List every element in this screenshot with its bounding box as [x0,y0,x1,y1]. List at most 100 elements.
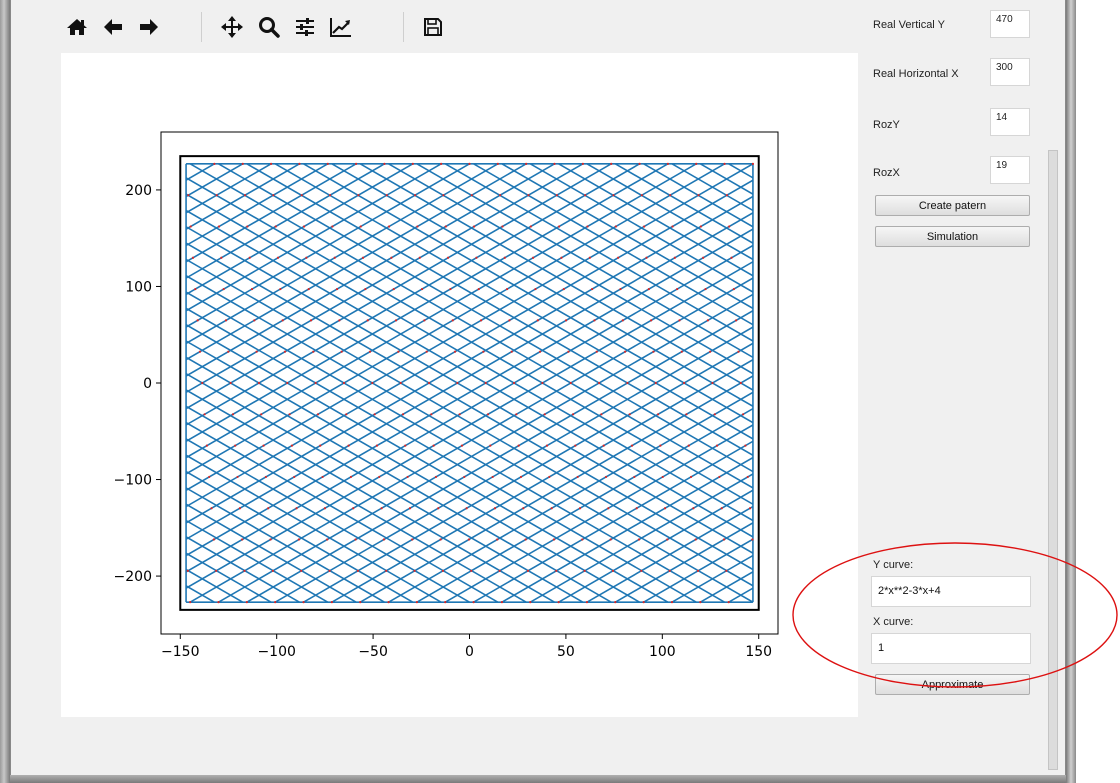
roz-y-input[interactable]: 14 [990,108,1030,136]
pattern-point [383,162,386,165]
x-tick-label: −100 [257,644,295,660]
pattern-point [524,538,527,541]
pattern-point [283,350,287,353]
x-tick-label: 0 [465,644,474,660]
pattern-point [695,162,698,165]
pattern-point [670,601,674,604]
pattern-point [718,475,721,479]
pattern-point [368,350,372,353]
pattern-point [392,287,395,291]
pattern-point [224,319,228,322]
pattern-point [330,601,333,604]
y-tick-label: −100 [114,473,152,489]
pattern-point [506,287,509,291]
pattern-point [406,475,409,479]
pattern-point [295,507,298,510]
configure-subplots-button[interactable] [288,10,322,44]
pattern-point [699,225,702,228]
pattern-point [215,194,218,197]
pattern-point [434,475,438,479]
x-curve-input[interactable]: 1 [871,633,1031,664]
x-tick-label: 100 [649,644,676,660]
pan-button[interactable] [215,10,249,44]
pattern-point [331,225,334,228]
pattern-point [441,569,445,572]
pattern-point [545,444,549,447]
pattern-point [720,507,723,510]
pattern-point [715,444,719,447]
pattern-point [388,225,391,228]
pattern-point [751,162,755,165]
pattern-chart[interactable]: −150 −100 −50 0 50 100 150 −200 −100 0 100 200 [61,53,858,717]
pattern-point [439,538,442,541]
roz-x-input[interactable]: 19 [990,156,1030,184]
pattern-point [666,162,670,165]
real-vertical-y-input[interactable]: 470 [990,10,1030,38]
pattern-point [725,569,728,572]
scrollbar-thumb[interactable] [1048,150,1058,770]
pattern-point [415,601,418,604]
pattern-point [727,601,730,604]
home-button[interactable] [60,10,94,44]
pattern-point [297,538,300,541]
pattern-point [416,225,419,228]
pattern-point [333,256,336,259]
pattern-point [328,569,331,572]
y-tick-label: −200 [114,569,152,585]
pattern-point [385,569,388,572]
pattern-point [482,350,485,353]
pattern-point [217,225,221,228]
pattern-point [491,475,494,479]
pattern-point [262,444,265,447]
pattern-point [744,444,747,447]
simulation-button[interactable]: Simulation [875,226,1030,247]
approximate-button[interactable]: Approximate [875,674,1030,695]
plot-canvas[interactable]: −150 −100 −50 0 50 100 150 −200 −100 0 100 200 [61,53,858,717]
pattern-point [208,475,211,479]
pattern-line [814,164,858,602]
pattern-point [373,413,376,416]
pattern-point [366,319,369,322]
pattern-point [595,350,598,353]
pattern-point [470,569,473,572]
pattern-point [501,225,504,228]
pattern-line [785,164,858,602]
roz-x-label: RozX [873,167,900,179]
pattern-point [493,507,497,510]
pattern-point [425,350,428,353]
pattern-point [600,413,603,416]
forward-button[interactable] [132,10,166,44]
pattern-point [210,507,213,510]
pattern-line [842,164,858,602]
pattern-point [286,381,289,385]
real-horizontal-x-input[interactable]: 300 [990,58,1030,86]
pattern-point [472,601,475,604]
pattern-point [260,413,263,416]
pattern-point [290,444,294,447]
pattern-point [187,194,190,197]
edit-axis-button[interactable] [324,10,358,44]
pattern-point [713,413,716,416]
pattern-point [499,194,502,197]
pattern-point [352,507,355,510]
pattern-point [645,256,648,259]
y-curve-input[interactable]: 2*x**2-3*x+4 [871,576,1031,607]
pattern-point [227,350,230,353]
save-button[interactable] [416,10,450,44]
pattern-point [236,475,239,479]
pattern-point [548,475,551,479]
zoom-button[interactable] [252,10,286,44]
pattern-point [696,569,700,572]
pattern-point [394,319,398,322]
pattern-point [449,287,452,291]
pattern-point [248,256,251,259]
pattern-point [583,569,586,572]
pattern-point [612,194,615,197]
pattern-point [349,475,353,479]
pattern-point [250,287,254,291]
pattern-point [602,444,605,447]
create-pattern-button[interactable]: Create patern [875,195,1030,216]
pattern-point [735,319,738,322]
pattern-point [534,287,537,291]
back-button[interactable] [96,10,130,44]
